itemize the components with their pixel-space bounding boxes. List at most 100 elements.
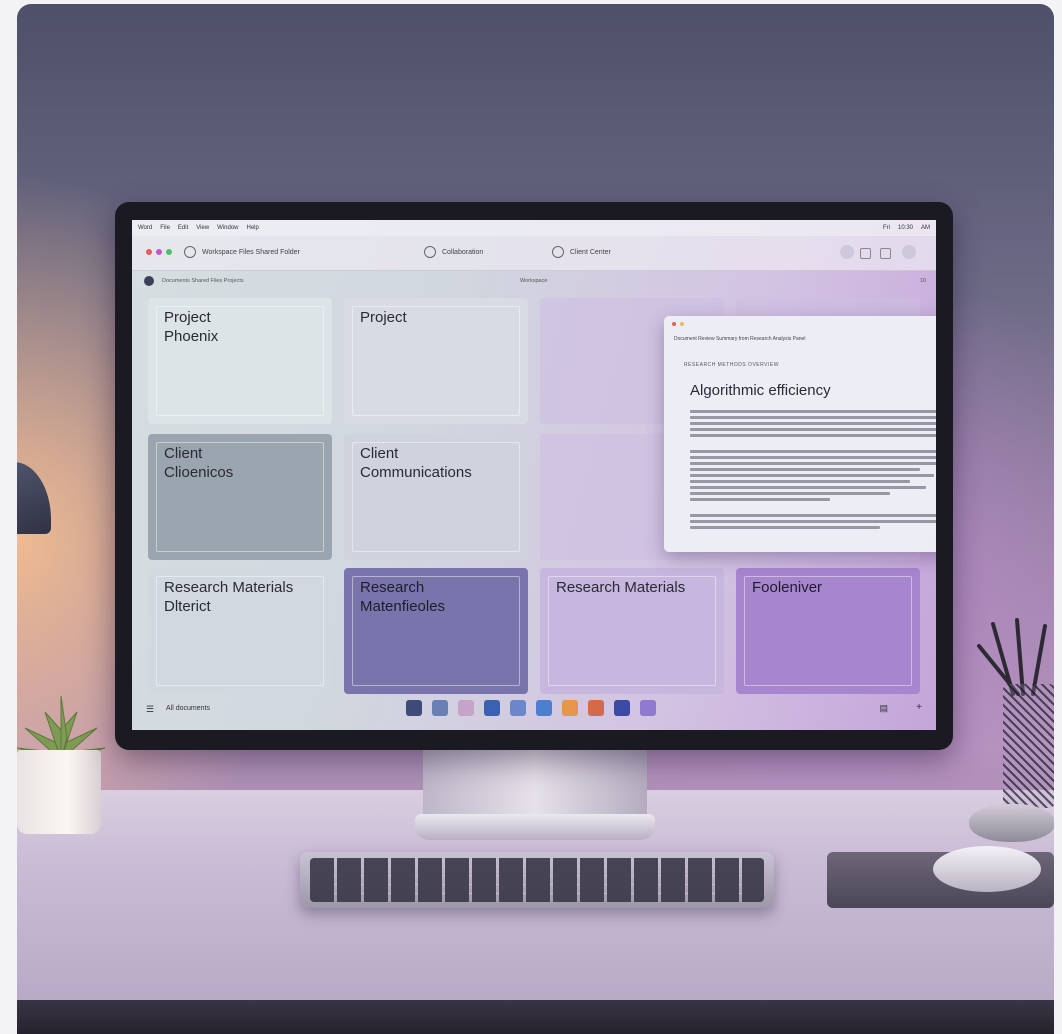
folder-tile[interactable]: Client Clioenicos (148, 434, 332, 560)
dock-app-icon[interactable] (640, 700, 656, 716)
tile-label: Project Phoenix (164, 309, 219, 345)
calendar-icon[interactable]: ▤ (879, 703, 888, 714)
window-title-item[interactable]: Workspace Files Shared Folder (184, 246, 300, 258)
menu-item[interactable]: Help (247, 225, 259, 231)
document-preview-window[interactable]: ○○○○ Document Review Summary from Resear… (664, 316, 936, 552)
menu-item[interactable]: Window (217, 225, 238, 231)
dock: ☰ All documents ▤ + (132, 692, 936, 730)
text-line (690, 422, 936, 425)
document-title: Algorithmic efficiency (690, 382, 831, 399)
tab-label: Collaboration (442, 248, 484, 256)
tab-client-center[interactable]: Client Center (552, 246, 611, 258)
path-bar: Documents Shared Files Projects Workspac… (132, 270, 936, 292)
tile-label: Client Communications (360, 445, 472, 481)
menu-item[interactable]: View (196, 225, 209, 231)
all-documents-label[interactable]: All documents (166, 705, 210, 712)
tab-label: Client Center (570, 248, 611, 256)
status-item: AM (921, 225, 930, 231)
tile-label: Project (360, 309, 407, 326)
tile-label: Research Matenfieoles (360, 579, 446, 615)
tile-label: Fooleniver (752, 579, 823, 596)
monitor-stand-base (415, 814, 655, 840)
text-line (690, 486, 926, 489)
folder-tile[interactable]: Project Phoenix (148, 298, 332, 424)
dock-app-icon[interactable] (562, 700, 578, 716)
status-item: 10:30 (897, 225, 913, 231)
dock-app-icon[interactable] (406, 700, 422, 716)
dock-app-icon[interactable] (484, 700, 500, 716)
tile-label: Research Materials Dlterict (164, 579, 294, 615)
folder-tile[interactable]: Fooleniver (736, 568, 920, 694)
folder-tile[interactable]: Project (344, 298, 528, 424)
breadcrumb[interactable]: Documents Shared Files Projects (162, 278, 244, 284)
dock-app-icon[interactable] (536, 700, 552, 716)
folder-tile[interactable]: Research Materials Dlterict (148, 568, 332, 694)
desk-edge (17, 1000, 1054, 1034)
folder-tile[interactable]: Research Matenfieoles (344, 568, 528, 694)
menu-item[interactable]: Edit (178, 225, 188, 231)
menu-bar-left: Word File Edit View Window Help (132, 225, 259, 231)
keyboard-keys (310, 858, 764, 902)
text-line (690, 474, 934, 477)
text-line (690, 492, 890, 495)
tab-icon (424, 246, 436, 258)
tile-label: Research Materials (556, 579, 686, 596)
text-line (690, 434, 936, 437)
menu-item[interactable]: Word (138, 225, 152, 231)
text-line (690, 480, 910, 483)
desk-scene-photo: Word File Edit View Window Help Fri 10:30 AM Wo… (17, 4, 1054, 1034)
list-icon[interactable]: ☰ (146, 704, 154, 715)
share-icon[interactable] (880, 248, 891, 259)
sidebar-toggle-icon[interactable] (860, 248, 871, 259)
status-item: Fri (882, 225, 890, 231)
dock-app-icon[interactable] (432, 700, 448, 716)
text-line (690, 416, 936, 419)
avatar[interactable] (144, 276, 154, 286)
folder-tile[interactable]: Client Communications (344, 434, 528, 560)
tab-collaboration[interactable]: Collaboration (424, 246, 483, 258)
globe-icon (184, 246, 196, 258)
location-label: Workspace (520, 278, 548, 284)
text-line (690, 456, 936, 459)
tile-label: Client Clioenicos (164, 445, 234, 481)
text-line (690, 450, 936, 453)
mouse (933, 846, 1041, 892)
text-line (690, 468, 920, 471)
tab-icon (552, 246, 564, 258)
dock-app-icon[interactable] (510, 700, 526, 716)
close-window-button[interactable] (672, 322, 676, 326)
maximize-window-button[interactable] (166, 249, 172, 255)
minimize-window-button[interactable] (156, 249, 162, 255)
item-count: 10 (919, 278, 926, 284)
dock-app-icon[interactable] (588, 700, 604, 716)
add-icon[interactable]: + (916, 702, 922, 713)
dock-app-icon[interactable] (614, 700, 630, 716)
lamp-shade (17, 462, 51, 534)
minimize-window-button[interactable] (680, 322, 684, 326)
menu-item[interactable]: File (160, 225, 170, 231)
monitor: Word File Edit View Window Help Fri 10:30 AM Wo… (115, 202, 953, 750)
text-line (690, 410, 936, 413)
menu-bar-right: Fri 10:30 AM (883, 225, 936, 231)
folder-tile[interactable]: Research Materials (540, 568, 724, 694)
pen-cup (1003, 684, 1054, 808)
monitor-screen: Word File Edit View Window Help Fri 10:30 AM Wo… (132, 220, 936, 730)
window-title: Workspace Files Shared Folder (202, 248, 300, 256)
monitor-stand (423, 748, 647, 818)
text-line (690, 520, 936, 523)
text-line (690, 462, 936, 465)
settings-button[interactable] (840, 245, 854, 259)
plant-pot (17, 750, 101, 834)
text-line (690, 526, 880, 529)
close-window-button[interactable] (146, 249, 152, 255)
dock-app-icon[interactable] (458, 700, 474, 716)
menu-bar: Word File Edit View Window Help Fri 10:30 AM (132, 220, 936, 236)
dialog-header: Document Review Summary from Research An… (674, 336, 806, 342)
dialog-subheader: RESEARCH METHODS OVERVIEW (684, 362, 779, 368)
text-line (690, 498, 830, 501)
keyboard (300, 852, 774, 908)
text-line (690, 428, 936, 431)
more-button[interactable] (902, 245, 916, 259)
text-line (690, 514, 936, 517)
speaker (969, 804, 1054, 842)
